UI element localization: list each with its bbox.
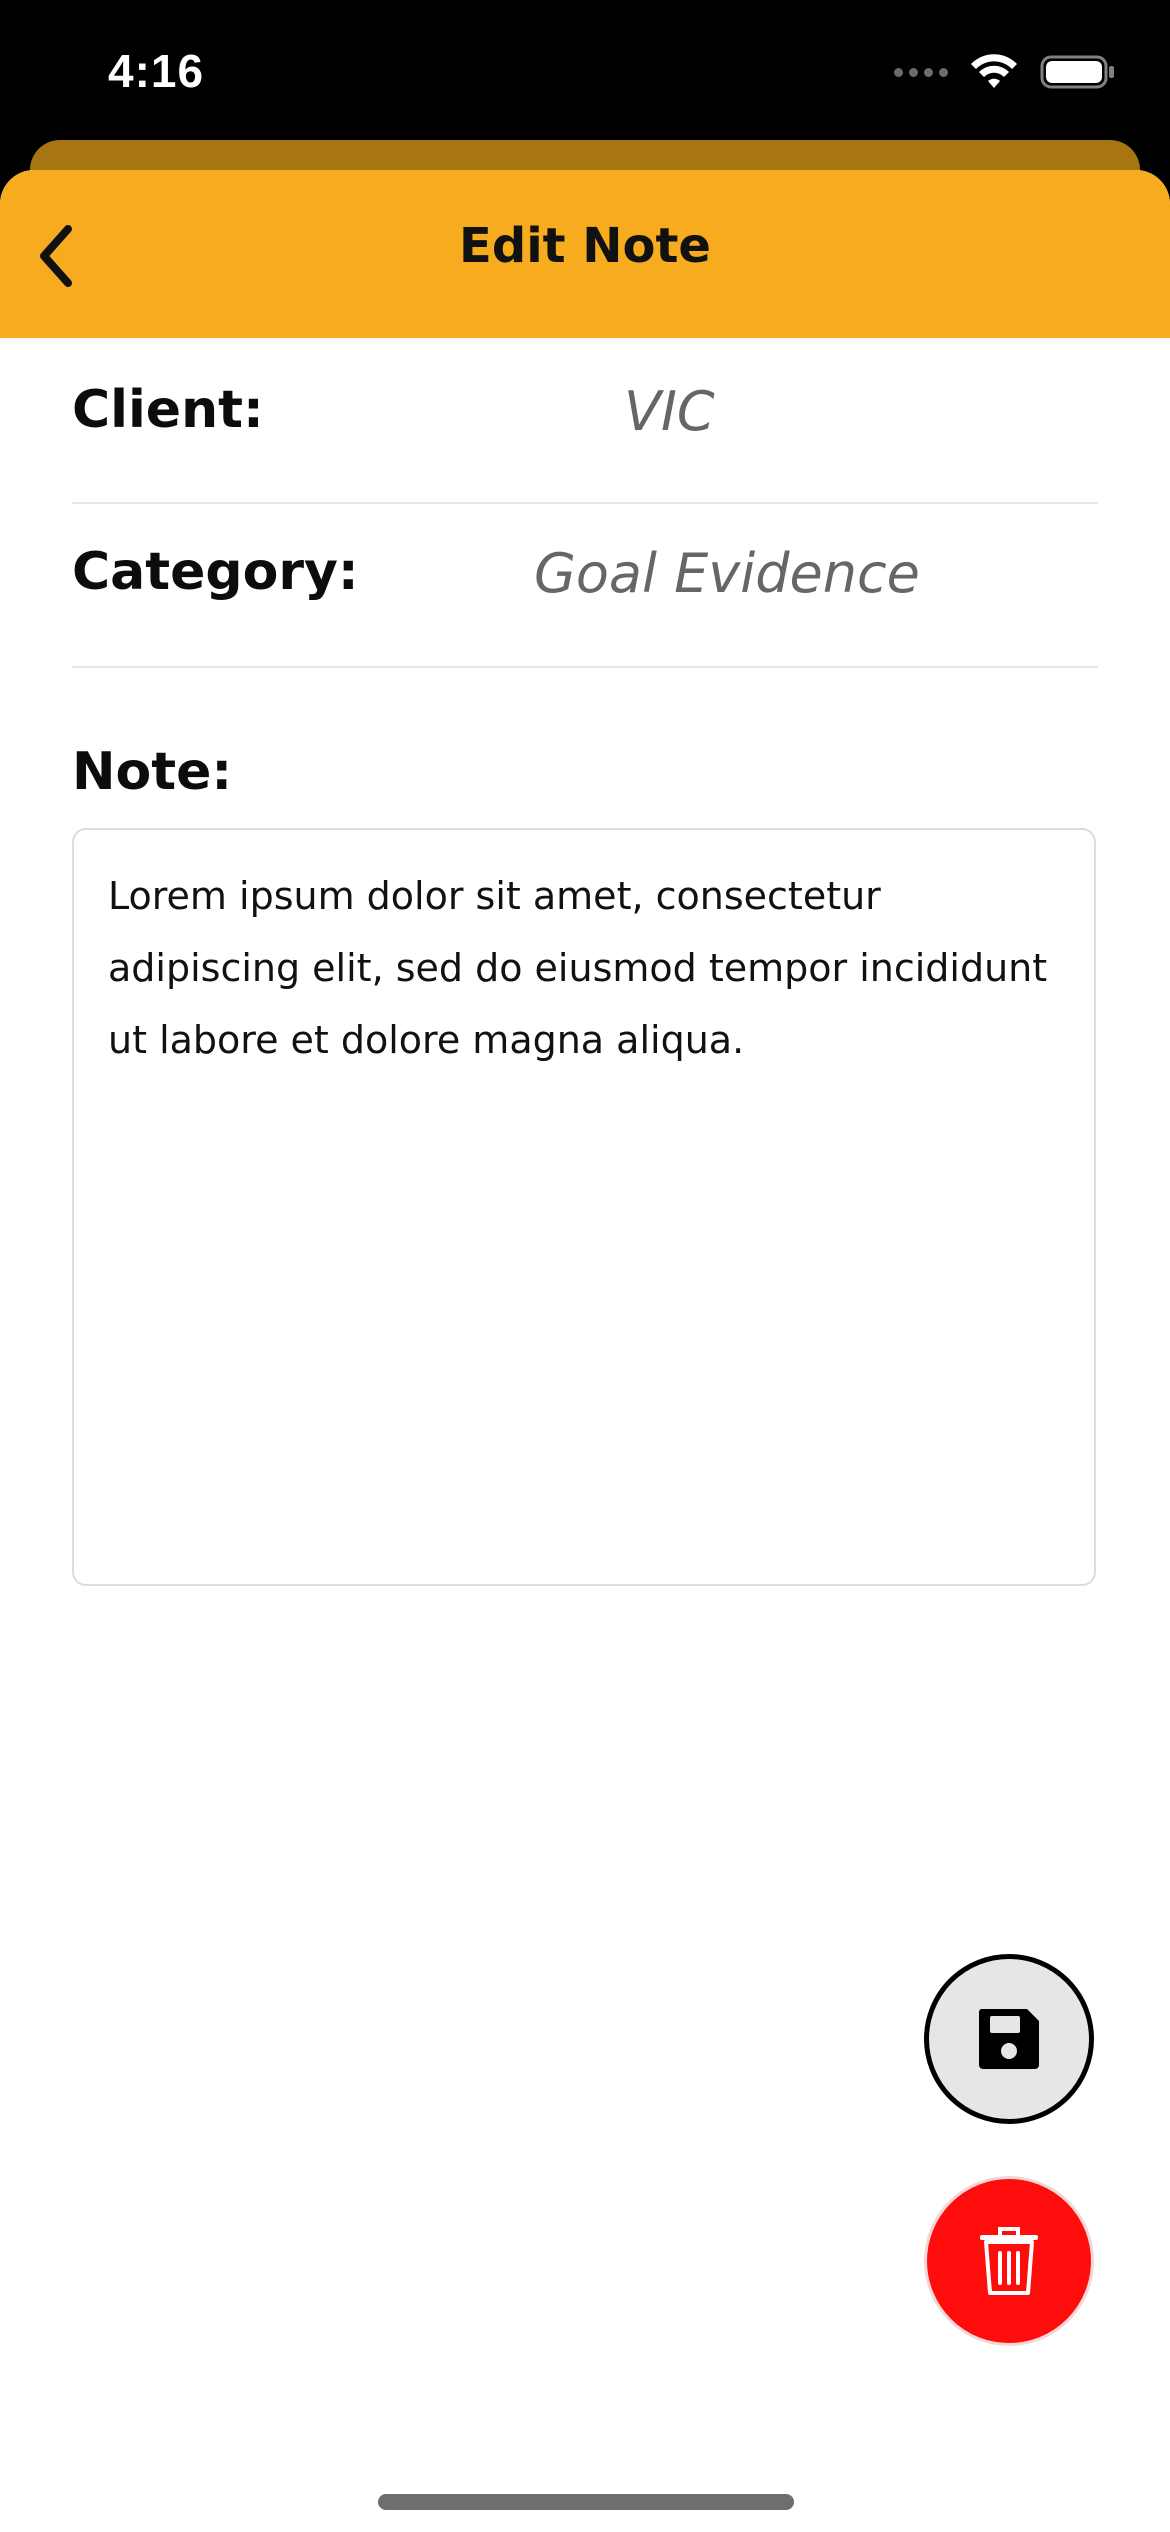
save-button[interactable] <box>924 1954 1094 2124</box>
category-row: Category: Goal Evidence <box>72 502 1098 668</box>
delete-button[interactable] <box>924 2176 1094 2346</box>
status-bar: 4:16 <box>0 0 1170 150</box>
note-text: Lorem ipsum dolor sit amet, consectetur … <box>108 874 1048 1062</box>
category-value: Goal Evidence <box>534 542 920 605</box>
trash-icon <box>980 2227 1038 2295</box>
screen: 4:16 Edit Note Client: VIC Category: Goa… <box>0 0 1170 2532</box>
category-label: Category: <box>72 542 359 602</box>
floppy-disk-icon <box>978 2009 1039 2069</box>
client-row: Client: VIC <box>72 338 1098 504</box>
edit-note-sheet: Edit Note Client: VIC Category: Goal Evi… <box>0 170 1170 2532</box>
cellular-signal-icon <box>894 67 948 77</box>
client-value: VIC <box>624 380 715 443</box>
home-indicator[interactable] <box>378 2494 794 2510</box>
note-text-area[interactable]: Lorem ipsum dolor sit amet, consectetur … <box>72 828 1096 1586</box>
nav-bar: Edit Note <box>0 170 1170 338</box>
page-title: Edit Note <box>459 218 711 274</box>
battery-icon <box>1040 55 1114 89</box>
status-time: 4:16 <box>108 45 205 97</box>
client-label: Client: <box>72 380 264 440</box>
note-label: Note: <box>72 742 233 802</box>
wifi-icon <box>971 54 1017 88</box>
status-indicators <box>894 52 1116 92</box>
